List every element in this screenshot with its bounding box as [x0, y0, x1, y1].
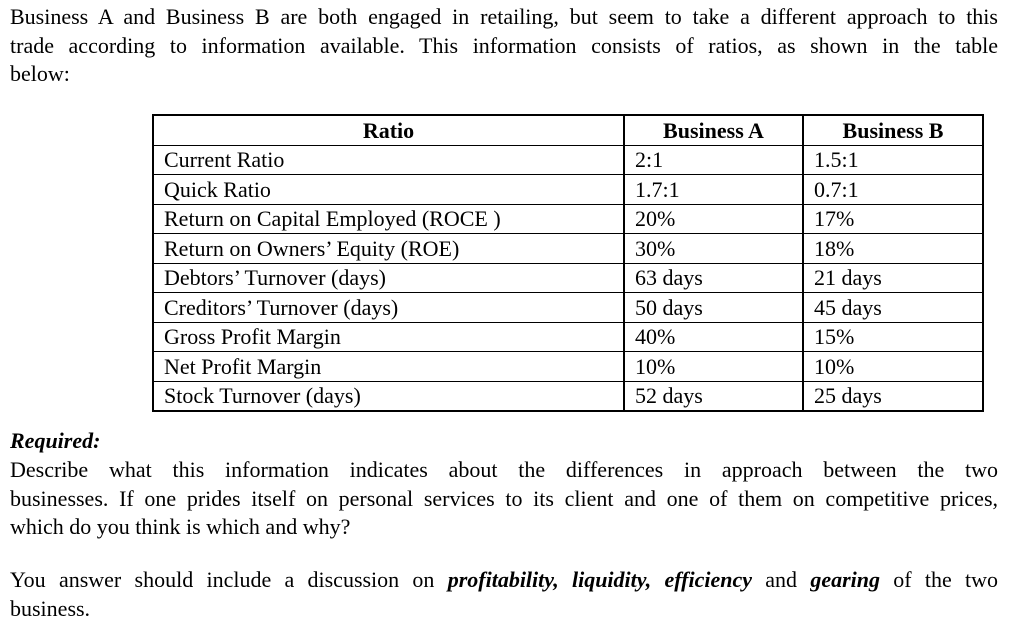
- business-a-value: 52 days: [624, 381, 803, 411]
- business-b-value: 17%: [803, 204, 983, 234]
- intro-paragraph: Business A and Business B are both engag…: [10, 3, 998, 89]
- table-row: Stock Turnover (days) 52 days 25 days: [153, 381, 983, 411]
- business-b-value: 21 days: [803, 263, 983, 293]
- business-a-value: 30%: [624, 234, 803, 264]
- business-b-value: 0.7:1: [803, 175, 983, 205]
- business-b-value: 10%: [803, 352, 983, 382]
- business-b-value: 25 days: [803, 381, 983, 411]
- table-row: Current Ratio 2:1 1.5:1: [153, 145, 983, 175]
- business-b-value: 1.5:1: [803, 145, 983, 175]
- ratio-name: Creditors’ Turnover (days): [153, 293, 624, 323]
- ratio-name: Return on Owners’ Equity (ROE): [153, 234, 624, 264]
- answer-note-line: You answer should include a discussion o…: [10, 566, 998, 595]
- ratio-name: Stock Turnover (days): [153, 381, 624, 411]
- business-a-value: 20%: [624, 204, 803, 234]
- table-row: Creditors’ Turnover (days) 50 days 45 da…: [153, 293, 983, 323]
- intro-line: below:: [10, 60, 998, 89]
- table-header-row: Ratio Business A Business B: [153, 115, 983, 145]
- header-business-a: Business A: [624, 115, 803, 145]
- table-row: Return on Owners’ Equity (ROE) 30% 18%: [153, 234, 983, 264]
- required-heading: Required:: [10, 427, 100, 456]
- business-a-value: 63 days: [624, 263, 803, 293]
- answer-note-prefix: You answer should include a discussion o…: [10, 567, 448, 592]
- table-row: Debtors’ Turnover (days) 63 days 21 days: [153, 263, 983, 293]
- business-b-value: 45 days: [803, 293, 983, 323]
- business-b-value: 18%: [803, 234, 983, 264]
- table-row: Gross Profit Margin 40% 15%: [153, 322, 983, 352]
- header-ratio: Ratio: [153, 115, 624, 145]
- intro-line: Business A and Business B are both engag…: [10, 3, 998, 32]
- ratios-table: Ratio Business A Business B Current Rati…: [152, 114, 984, 412]
- ratio-name: Net Profit Margin: [153, 352, 624, 382]
- business-a-value: 40%: [624, 322, 803, 352]
- table-row: Net Profit Margin 10% 10%: [153, 352, 983, 382]
- business-a-value: 50 days: [624, 293, 803, 323]
- header-business-b: Business B: [803, 115, 983, 145]
- business-a-value: 10%: [624, 352, 803, 382]
- answer-note-suffix: of the two: [880, 567, 998, 592]
- table-row: Return on Capital Employed (ROCE ) 20% 1…: [153, 204, 983, 234]
- intro-line: trade according to information available…: [10, 32, 998, 61]
- question-line: which do you think is which and why?: [10, 513, 998, 542]
- answer-note-term-gearing: gearing: [810, 567, 880, 592]
- question-line: Describe what this information indicates…: [10, 456, 998, 485]
- ratio-name: Current Ratio: [153, 145, 624, 175]
- business-a-value: 1.7:1: [624, 175, 803, 205]
- question-paragraph: Describe what this information indicates…: [10, 456, 998, 542]
- answer-note-paragraph: You answer should include a discussion o…: [10, 566, 998, 623]
- business-a-value: 2:1: [624, 145, 803, 175]
- ratio-name: Gross Profit Margin: [153, 322, 624, 352]
- answer-note-middle: and: [752, 567, 810, 592]
- ratio-name: Quick Ratio: [153, 175, 624, 205]
- answer-note-term-profitability-liquidity-efficiency: profitability, liquidity, efficiency: [448, 567, 752, 592]
- business-b-value: 15%: [803, 322, 983, 352]
- answer-note-line: business.: [10, 595, 998, 623]
- table-row: Quick Ratio 1.7:1 0.7:1: [153, 175, 983, 205]
- ratio-name: Debtors’ Turnover (days): [153, 263, 624, 293]
- ratio-name: Return on Capital Employed (ROCE ): [153, 204, 624, 234]
- question-line: businesses. If one prides itself on pers…: [10, 485, 998, 514]
